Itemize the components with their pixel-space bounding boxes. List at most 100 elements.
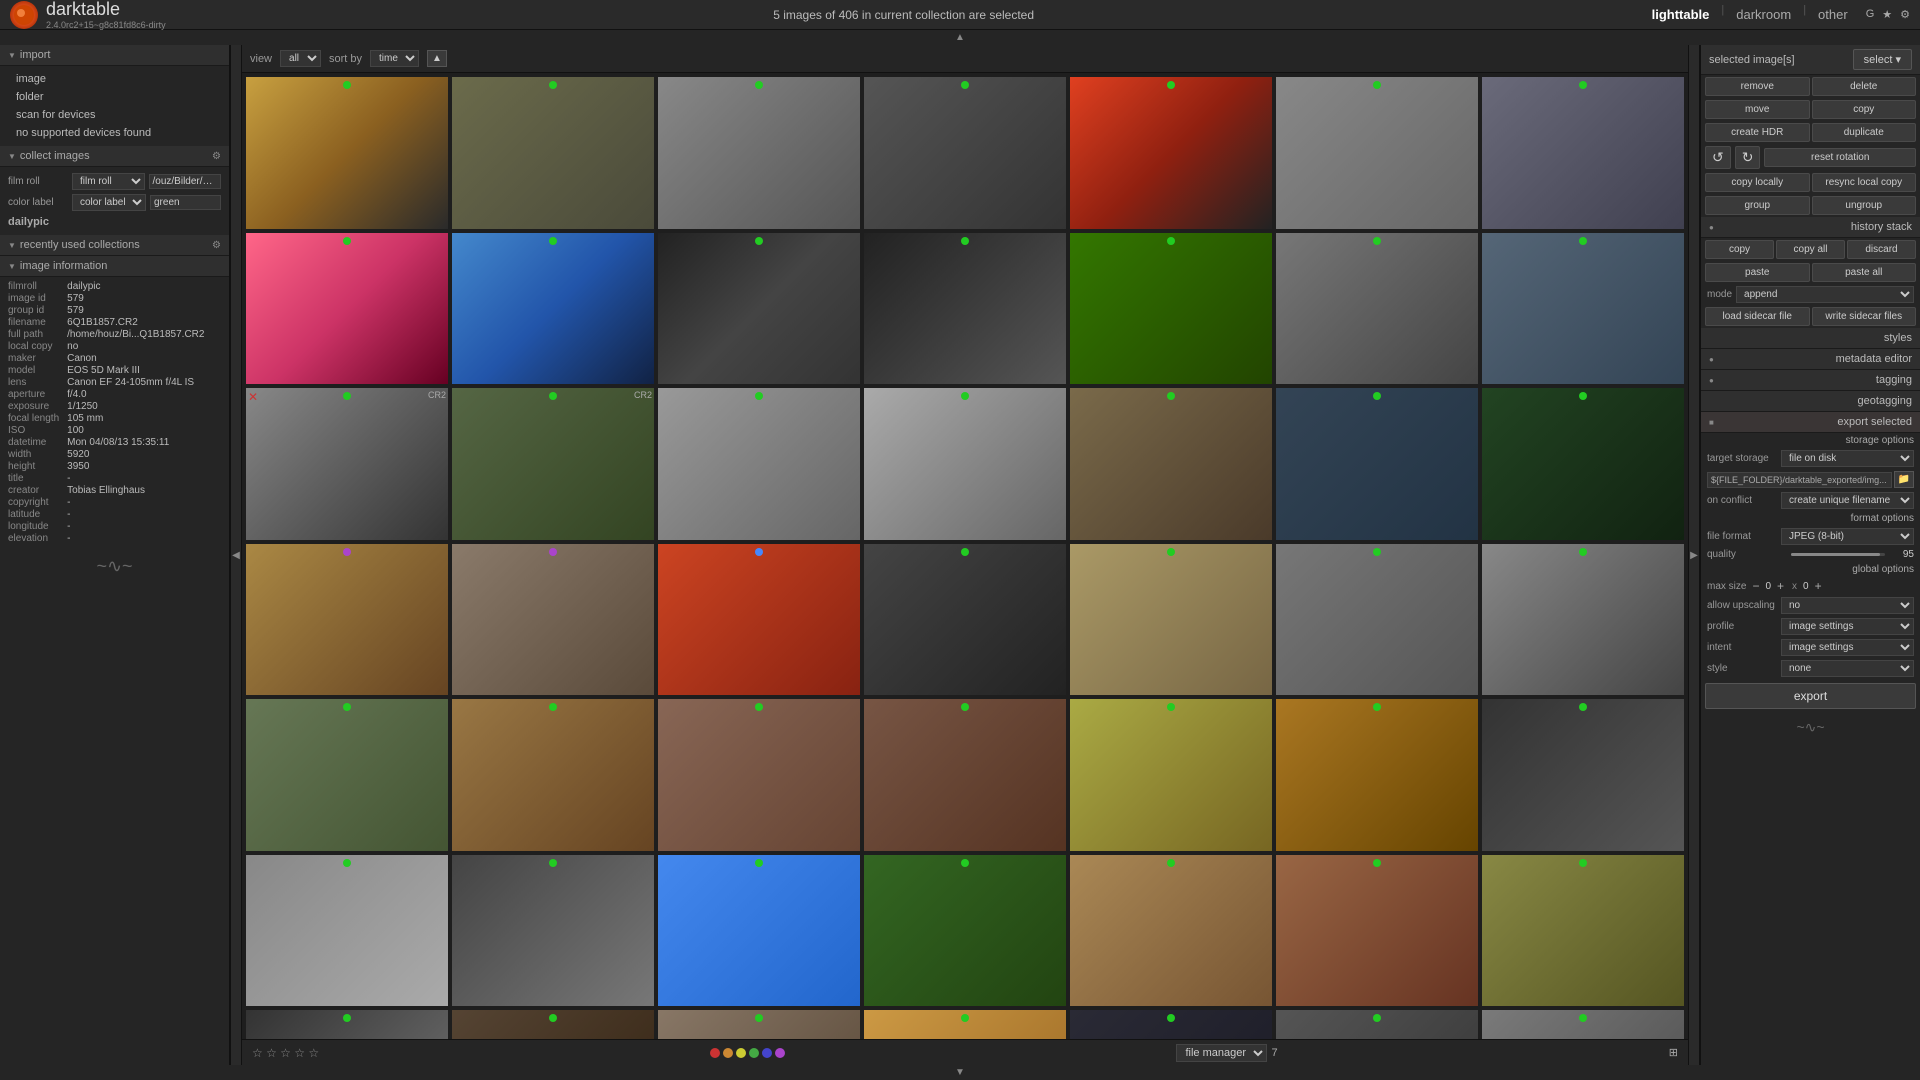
move-btn[interactable]: move — [1705, 100, 1810, 119]
star-icon[interactable]: ★ — [1882, 8, 1892, 21]
hist-paste-all-btn[interactable]: paste all — [1812, 263, 1917, 282]
remove-btn[interactable]: remove — [1705, 77, 1810, 96]
filmroll-value[interactable]: /ouz/Bilder/Archiv/dailypic — [149, 174, 222, 189]
select-button[interactable]: select ▾ — [1853, 49, 1912, 70]
photo-cell-6[interactable] — [1276, 77, 1478, 229]
photo-cell-3[interactable] — [658, 77, 860, 229]
path-browse-btn[interactable]: 📁 — [1894, 471, 1914, 488]
rotate-cw-btn[interactable]: ↻ — [1735, 146, 1761, 169]
active-collection[interactable]: dailypic — [0, 213, 229, 231]
color-dot-orange[interactable] — [723, 1048, 733, 1058]
photo-cell-47[interactable] — [1070, 1010, 1272, 1039]
photo-cell-43[interactable] — [246, 1010, 448, 1039]
group-btn[interactable]: group — [1705, 196, 1810, 215]
preset-icon[interactable]: G — [1866, 8, 1875, 21]
reset-rotation-btn[interactable]: reset rotation — [1764, 148, 1916, 167]
photo-cell-12[interactable] — [1070, 233, 1272, 385]
collect-gear-icon[interactable]: ⚙ — [212, 151, 221, 162]
import-folder[interactable]: folder — [0, 88, 229, 106]
write-sidecar-btn[interactable]: write sidecar files — [1812, 307, 1917, 326]
photo-cell-37[interactable] — [452, 855, 654, 1007]
photo-cell-29[interactable] — [246, 699, 448, 851]
profile-select[interactable]: image settings — [1781, 618, 1914, 635]
photo-cell-33[interactable] — [1070, 699, 1272, 851]
filmroll-type-select[interactable]: film roll — [72, 173, 145, 190]
colorlabel-type-select[interactable]: color label — [72, 194, 146, 211]
tab-darkroom[interactable]: darkroom — [1726, 4, 1801, 25]
photo-cell-1[interactable] — [246, 77, 448, 229]
photo-cell-41[interactable] — [1276, 855, 1478, 1007]
bottom-collapse-arrow[interactable]: ▼ — [0, 1065, 1920, 1080]
photo-cell-32[interactable] — [864, 699, 1066, 851]
view-mode-select[interactable]: file manager — [1176, 1044, 1267, 1062]
photo-cell-40[interactable] — [1070, 855, 1272, 1007]
photo-cell-8[interactable] — [246, 233, 448, 385]
view-select[interactable]: all — [280, 50, 321, 67]
photo-cell-4[interactable] — [864, 77, 1066, 229]
photo-cell-22[interactable] — [246, 544, 448, 696]
metadata-header[interactable]: ● metadata editor — [1701, 349, 1920, 370]
photo-cell-7[interactable] — [1482, 77, 1684, 229]
photo-cell-20[interactable] — [1276, 388, 1478, 540]
colorlabel-value[interactable]: green — [150, 195, 221, 210]
photo-cell-18[interactable] — [864, 388, 1066, 540]
photo-cell-9[interactable] — [452, 233, 654, 385]
photo-cell-45[interactable] — [658, 1010, 860, 1039]
photo-cell-2[interactable] — [452, 77, 654, 229]
photo-cell-38[interactable] — [658, 855, 860, 1007]
delete-btn[interactable]: delete — [1812, 77, 1917, 96]
resync-btn[interactable]: resync local copy — [1812, 173, 1917, 192]
tab-other[interactable]: other — [1808, 4, 1858, 25]
rotate-ccw-btn[interactable]: ↺ — [1705, 146, 1731, 169]
max-size-h-plus[interactable]: + — [1813, 579, 1824, 593]
photo-cell-42[interactable] — [1482, 855, 1684, 1007]
photo-cell-31[interactable] — [658, 699, 860, 851]
file-format-select[interactable]: JPEG (8-bit) — [1781, 528, 1914, 545]
photo-cell-46[interactable] — [864, 1010, 1066, 1039]
photo-cell-35[interactable] — [1482, 699, 1684, 851]
hist-copy-btn[interactable]: copy — [1705, 240, 1774, 259]
photo-grid-container[interactable]: CR2✕CR2 — [242, 73, 1688, 1039]
photo-cell-10[interactable] — [658, 233, 860, 385]
photo-cell-28[interactable] — [1482, 544, 1684, 696]
color-dot-blue[interactable] — [762, 1048, 772, 1058]
duplicate-btn[interactable]: duplicate — [1812, 123, 1917, 142]
color-dot-yellow[interactable] — [736, 1048, 746, 1058]
color-dot-purple[interactable] — [775, 1048, 785, 1058]
hist-paste-btn[interactable]: paste — [1705, 263, 1810, 282]
photo-cell-25[interactable] — [864, 544, 1066, 696]
import-image[interactable]: image — [0, 70, 229, 88]
photo-cell-19[interactable] — [1070, 388, 1272, 540]
tab-lighttable[interactable]: lighttable — [1642, 4, 1720, 25]
photo-cell-15[interactable]: CR2✕ — [246, 388, 448, 540]
quality-slider-track[interactable] — [1791, 553, 1885, 556]
import-section-header[interactable]: ▼ import — [0, 45, 229, 66]
ungroup-btn[interactable]: ungroup — [1812, 196, 1917, 215]
tagging-header[interactable]: ● tagging — [1701, 370, 1920, 391]
intent-select[interactable]: image settings — [1781, 639, 1914, 656]
copy-btn[interactable]: copy — [1812, 100, 1917, 119]
sort-direction-btn[interactable]: ▲ — [427, 50, 447, 67]
scan-for-devices[interactable]: scan for devices — [0, 106, 229, 124]
recent-collections-header[interactable]: ▼ recently used collections ⚙ — [0, 235, 229, 256]
left-collapse-arrow[interactable]: ◀ — [230, 45, 242, 1065]
photo-cell-36[interactable] — [246, 855, 448, 1007]
target-storage-select[interactable]: file on disk — [1781, 450, 1914, 467]
hist-discard-btn[interactable]: discard — [1847, 240, 1916, 259]
right-collapse-arrow[interactable]: ▶ — [1688, 45, 1700, 1065]
photo-cell-23[interactable] — [452, 544, 654, 696]
photo-cell-48[interactable] — [1276, 1010, 1478, 1039]
photo-cell-34[interactable] — [1276, 699, 1478, 851]
geotagging-header[interactable]: geotagging — [1701, 391, 1920, 412]
photo-cell-30[interactable] — [452, 699, 654, 851]
photo-cell-5[interactable] — [1070, 77, 1272, 229]
copy-locally-btn[interactable]: copy locally — [1705, 173, 1810, 192]
load-sidecar-btn[interactable]: load sidecar file — [1705, 307, 1810, 326]
top-collapse-arrow[interactable]: ▲ — [0, 30, 1920, 45]
hist-copy-all-btn[interactable]: copy all — [1776, 240, 1845, 259]
photo-cell-13[interactable] — [1276, 233, 1478, 385]
photo-cell-17[interactable] — [658, 388, 860, 540]
photo-cell-21[interactable] — [1482, 388, 1684, 540]
recent-gear-icon[interactable]: ⚙ — [212, 240, 221, 251]
photo-cell-24[interactable] — [658, 544, 860, 696]
